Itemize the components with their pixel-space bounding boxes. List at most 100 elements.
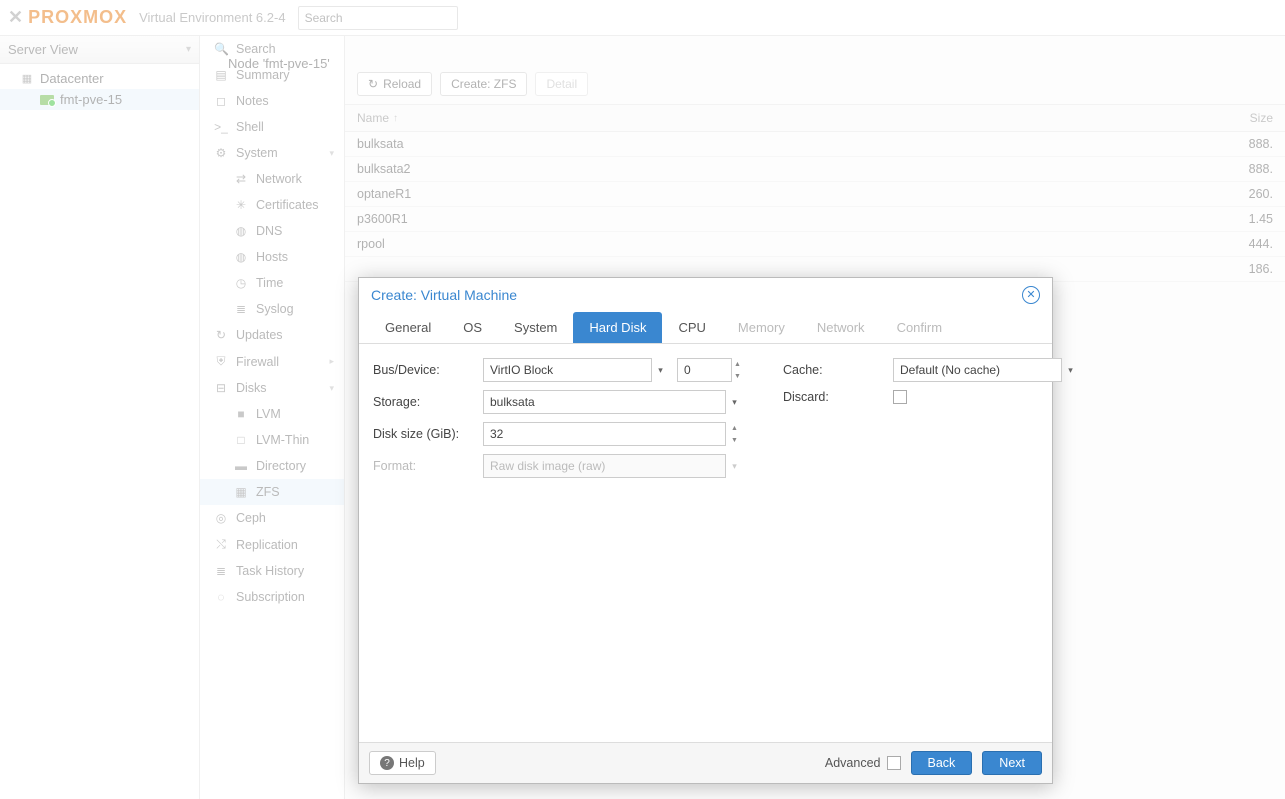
close-button[interactable]: ✕ [1022,286,1040,304]
create-zfs-button[interactable]: Create: ZFS [440,72,527,96]
chevron-down-icon: ▾ [186,44,191,55]
cache-label: Cache: [783,363,893,377]
chevron-down-icon[interactable]: ▾ [1061,358,1079,382]
version-label: Virtual Environment 6.2-4 [139,10,285,25]
menu-syslog[interactable]: ≣Syslog [200,296,344,322]
tab-cpu[interactable]: CPU [662,312,721,343]
detail-button[interactable]: Detail [535,72,588,96]
support-icon: ◌ [214,590,228,604]
disksize-input[interactable] [483,422,726,446]
menu-subscription[interactable]: ◌Subscription [200,584,344,610]
chevron-down-icon[interactable]: ▾ [725,390,743,414]
advanced-toggle[interactable]: Advanced [825,756,901,770]
logo-x-icon: ✕ [8,7,24,28]
table-row[interactable]: p3600R11.45 [345,207,1285,232]
modal-tabs: General OS System Hard Disk CPU Memory N… [359,312,1052,344]
network-icon: ⇄ [234,172,248,186]
table-body: bulksata888.bulksata2888.optaneR1260.p36… [345,132,1285,282]
table-row[interactable]: bulksata888. [345,132,1285,157]
note-icon: ◻ [214,94,228,108]
reload-button[interactable]: ↻Reload [357,72,432,96]
cell-name: p3600R1 [357,212,1213,226]
table-row[interactable]: optaneR1260. [345,182,1285,207]
folder-icon: ▬ [234,459,248,473]
tree-datacenter[interactable]: ▦ Datacenter [0,68,199,89]
menu-dns[interactable]: ◍DNS [200,218,344,244]
ceph-icon: ◎ [214,511,228,525]
menu-task-history[interactable]: ≣Task History [200,558,344,584]
tab-general[interactable]: General [369,312,447,343]
next-button[interactable]: Next [982,751,1042,775]
tab-hard-disk[interactable]: Hard Disk [573,312,662,343]
menu-directory[interactable]: ▬Directory [200,453,344,479]
storage-select[interactable] [483,390,726,414]
logo: ✕ PROXMOX [8,7,127,28]
chevron-down-icon: ▾ [329,383,334,394]
menu-disks[interactable]: ⊟Disks▾ [200,375,344,401]
menu-firewall[interactable]: ⛨Firewall▸ [200,348,344,375]
table-row[interactable]: rpool444. [345,232,1285,257]
global-search-input[interactable] [298,6,458,30]
menu-replication[interactable]: ⤭Replication [200,531,344,558]
col-header-name[interactable]: Name↑ [357,111,1213,125]
menu-updates[interactable]: ↻Updates [200,322,344,348]
advanced-checkbox[interactable] [887,756,901,770]
menu-notes[interactable]: ◻Notes [200,88,344,114]
list-icon: ≣ [234,302,248,316]
format-select [483,454,726,478]
menu-network[interactable]: ⇄Network [200,166,344,192]
bus-select[interactable] [483,358,652,382]
cell-size: 1.45 [1213,212,1273,226]
tree-datacenter-label: Datacenter [40,71,104,86]
node-menu: 🔍Search ▤Summary ◻Notes >_Shell ⚙System▾… [200,36,344,610]
discard-checkbox[interactable] [893,390,907,404]
tab-system[interactable]: System [498,312,573,343]
menu-zfs[interactable]: ▦ZFS [200,479,344,505]
cell-size: 888. [1213,137,1273,151]
spinner-down-icon: ▼ [732,370,743,382]
server-icon [40,95,54,105]
disk-icon: ⊟ [214,381,228,395]
grid-icon: ▦ [234,485,248,499]
number-spinner[interactable]: ▲▼ [731,358,743,382]
number-spinner[interactable]: ▲▼ [725,422,743,446]
tab-confirm: Confirm [881,312,959,343]
chevron-down-icon: ▾ [329,148,334,159]
cell-size: 186. [1213,262,1273,276]
modal-title: Create: Virtual Machine [371,287,517,303]
square-icon: ■ [234,407,248,421]
col-header-size[interactable]: Size [1213,111,1273,125]
cache-select[interactable] [893,358,1062,382]
table-row[interactable]: bulksata2888. [345,157,1285,182]
menu-ceph[interactable]: ◎Ceph [200,505,344,531]
refresh-icon: ↻ [214,328,228,342]
menu-hosts[interactable]: ◍Hosts [200,244,344,270]
back-button[interactable]: Back [911,751,973,775]
device-number-input[interactable] [677,358,732,382]
menu-lvm[interactable]: ■LVM [200,401,344,427]
menu-time[interactable]: ◷Time [200,270,344,296]
chevron-down-icon[interactable]: ▾ [651,358,669,382]
cell-name: optaneR1 [357,187,1213,201]
logo-text: PROXMOX [28,7,127,28]
cell-name: bulksata2 [357,162,1213,176]
menu-lvm-thin[interactable]: □LVM-Thin [200,427,344,453]
resource-tree: ▦ Datacenter fmt-pve-15 [0,64,199,114]
list-icon: ≣ [214,564,228,578]
format-label: Format: [373,459,483,473]
help-button[interactable]: ? Help [369,751,436,775]
globe-icon: ◍ [234,250,248,264]
bus-device-label: Bus/Device: [373,363,483,377]
storage-label: Storage: [373,395,483,409]
menu-shell[interactable]: >_Shell [200,114,344,140]
sort-asc-icon: ↑ [393,113,398,124]
square-outline-icon: □ [234,433,248,447]
tab-os[interactable]: OS [447,312,498,343]
tree-node-fmt-pve-15[interactable]: fmt-pve-15 [0,89,199,110]
server-view-selector[interactable]: Server View ▾ [0,36,199,64]
hard-disk-form: Bus/Device: ▾ ▲▼ Storage: ▾ Disk size ( [359,344,1052,742]
close-icon: ✕ [1026,290,1035,301]
disksize-label: Disk size (GiB): [373,427,483,441]
menu-certificates[interactable]: ✳Certificates [200,192,344,218]
menu-system[interactable]: ⚙System▾ [200,140,344,166]
